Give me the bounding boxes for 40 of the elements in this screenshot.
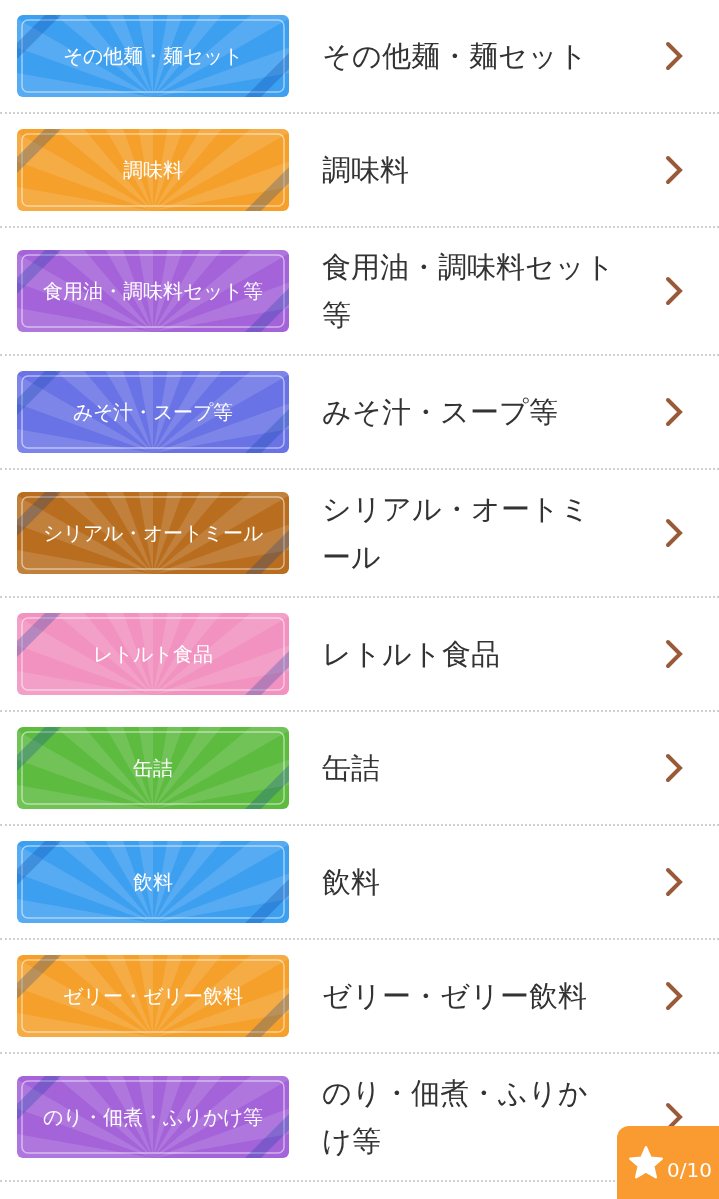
chevron-right-icon <box>665 276 683 306</box>
banner-label: その他麺・麺セット <box>63 43 243 70</box>
banner-label: 缶詰 <box>133 755 173 782</box>
banner-label: みそ汁・スープ等 <box>73 399 233 426</box>
category-banner[interactable]: 飲料 <box>17 841 289 923</box>
category-banner[interactable]: 調味料 <box>17 129 289 211</box>
chevron-right-icon <box>665 867 683 897</box>
category-banner[interactable]: レトルト食品 <box>17 613 289 695</box>
category-title[interactable]: 飲料 <box>322 858 617 906</box>
category-banner[interactable]: 食用油・調味料セット等 <box>17 250 289 332</box>
chevron-right-icon <box>665 518 683 548</box>
chevron-right-icon <box>665 397 683 427</box>
category-title[interactable]: その他麺・麺セット <box>322 32 617 80</box>
favorites-badge[interactable]: 0/10 <box>617 1126 719 1199</box>
category-title[interactable]: みそ汁・スープ等 <box>322 388 617 436</box>
banner-label: ゼリー・ゼリー飲料 <box>63 983 243 1010</box>
category-title[interactable]: ゼリー・ゼリー飲料 <box>322 972 617 1020</box>
banner-label: レトルト食品 <box>93 641 213 668</box>
chevron-right-icon <box>665 639 683 669</box>
chevron-right-icon <box>665 753 683 783</box>
banner-label: 調味料 <box>123 157 183 184</box>
banner-label: シリアル・オートミール <box>43 520 263 547</box>
category-title[interactable]: のり・佃煮・ふりかけ等 <box>322 1069 617 1165</box>
category-title[interactable]: レトルト食品 <box>322 630 617 678</box>
category-banner[interactable]: その他麺・麺セット <box>17 15 289 97</box>
category-title[interactable]: シリアル・オートミール <box>322 485 617 581</box>
chevron-right-icon <box>665 981 683 1011</box>
category-banner[interactable]: のり・佃煮・ふりかけ等 <box>17 1076 289 1158</box>
chevron-right-icon <box>665 41 683 71</box>
category-banner[interactable]: 缶詰 <box>17 727 289 809</box>
category-banner[interactable]: みそ汁・スープ等 <box>17 371 289 453</box>
category-title[interactable]: 食用油・調味料セット等 <box>322 243 617 339</box>
chevron-right-icon <box>665 155 683 185</box>
banner-label: のり・佃煮・ふりかけ等 <box>43 1104 263 1131</box>
banner-label: 食用油・調味料セット等 <box>43 278 263 305</box>
favorites-count: 0/10 <box>667 1156 712 1184</box>
category-banner[interactable]: シリアル・オートミール <box>17 492 289 574</box>
category-title[interactable]: 調味料 <box>322 146 617 194</box>
banner-label: 飲料 <box>133 869 173 896</box>
category-title[interactable]: 缶詰 <box>322 744 617 792</box>
